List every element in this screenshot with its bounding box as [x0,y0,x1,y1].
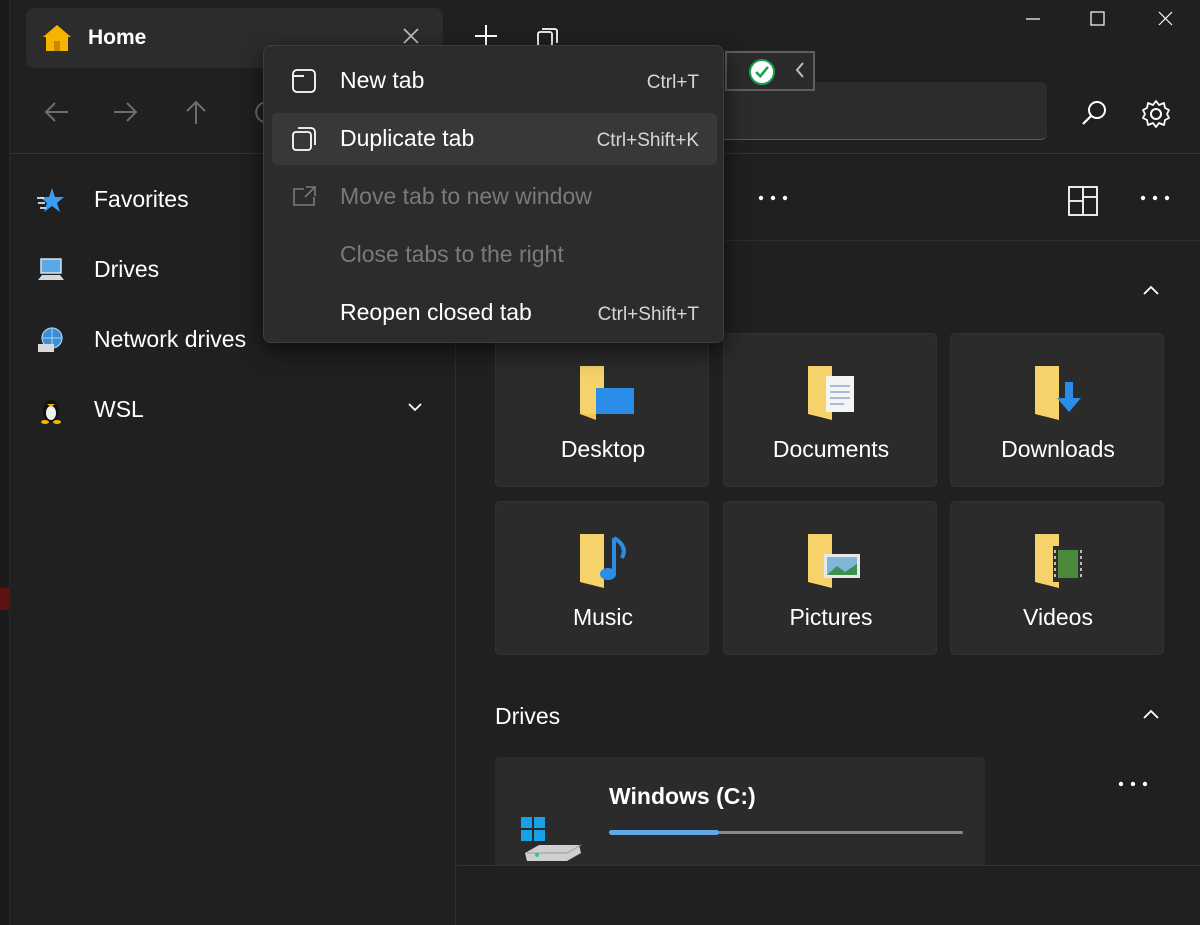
downloads-folder-icon [1035,366,1081,420]
check-circle-icon [749,59,775,85]
home-icon [43,25,71,51]
duplicate-tab-icon [292,127,316,151]
desktop-folder-icon [580,366,634,420]
open-in-new-window-icon [293,186,316,206]
folder-label: Music [572,604,634,630]
drives-computer-icon [38,258,64,280]
folder-label: Documents [772,436,890,462]
extension-status-box[interactable] [725,51,815,91]
pictures-folder-icon [808,534,860,588]
chevron-left-icon[interactable] [793,59,807,81]
folder-label: Desktop [560,436,646,462]
chevron-down-icon[interactable] [404,396,426,418]
menu-item-label: Move tab to new window [340,183,592,209]
menu-item-new-tab[interactable]: New tab Ctrl+T [272,55,717,107]
menu-item-close-tabs-to-right[interactable]: Close tabs to the right [272,229,717,281]
layout-grid-icon[interactable] [1065,183,1101,219]
more-options-icon[interactable] [1135,183,1175,213]
maximize-icon[interactable] [1074,6,1120,32]
menu-item-label: Close tabs to the right [340,241,564,267]
menu-item-shortcut: Ctrl+T [646,72,699,93]
tab-title: Home [88,26,147,49]
drive-usage-bar [609,830,963,835]
back-arrow-icon[interactable] [36,94,76,130]
menu-item-label: New tab [340,67,425,93]
folder-card-downloads[interactable]: Downloads [950,333,1164,487]
videos-folder-icon [1035,534,1083,588]
menu-item-label: Reopen closed tab [340,299,532,325]
status-bar [457,865,1200,925]
collapse-chevron-up-icon[interactable] [1139,703,1163,727]
folder-label: Downloads [1001,436,1115,462]
linux-penguin-icon [41,400,61,424]
folder-card-desktop[interactable]: Desktop [495,333,709,487]
folder-card-documents[interactable]: Documents [723,333,937,487]
sidebar-item-wsl[interactable]: WSL [10,380,456,440]
gear-icon[interactable] [1138,96,1174,132]
menu-item-shortcut: Ctrl+Shift+T [597,304,699,325]
sidebar-item-label: Drives [94,256,160,282]
up-arrow-icon[interactable] [176,94,216,130]
network-globe-icon [38,327,63,352]
more-options-icon[interactable] [753,183,793,213]
menu-item-label: Duplicate tab [340,125,475,151]
minimize-icon[interactable] [1010,6,1056,32]
drive-card-windows-c[interactable]: Windows (C:) [495,757,985,865]
documents-folder-icon [808,366,854,420]
sidebar-item-label: Network drives [94,326,247,352]
folder-card-music[interactable]: Music [495,501,709,655]
folder-card-pictures[interactable]: Pictures [723,501,937,655]
background-highlight [0,588,10,610]
folder-label: Pictures [789,604,873,630]
favorites-star-icon [37,188,64,212]
collapse-chevron-up-icon[interactable] [1139,279,1163,303]
menu-item-shortcut: Ctrl+Shift+K [596,130,699,151]
new-tab-icon [292,69,316,93]
drive-usage-fill [609,830,719,835]
music-folder-icon [580,534,626,588]
sidebar-item-label: WSL [94,396,144,422]
menu-item-reopen-closed-tab[interactable]: Reopen closed tab Ctrl+Shift+T [272,287,717,339]
menu-item-duplicate-tab[interactable]: Duplicate tab Ctrl+Shift+K [272,113,717,165]
drives-section-header: Drives [495,703,561,729]
tab-context-menu: New tab Ctrl+T Duplicate tab Ctrl+Shift+… [263,45,724,343]
windows-drive-icon [521,817,582,861]
more-options-icon[interactable] [1113,769,1153,799]
forward-arrow-icon[interactable] [106,94,146,130]
folder-label: Videos [1023,604,1093,630]
sidebar-item-label: Favorites [94,186,189,212]
menu-item-move-tab-to-new-window[interactable]: Move tab to new window [272,171,717,223]
folder-card-videos[interactable]: Videos [950,501,1164,655]
background-window-strip [0,0,10,925]
files-app-window: Home Favorites Drives Network drives WSL… [0,0,1200,925]
search-icon[interactable] [1076,96,1112,132]
close-window-icon[interactable] [1142,6,1188,32]
drive-name: Windows (C:) [609,783,756,809]
